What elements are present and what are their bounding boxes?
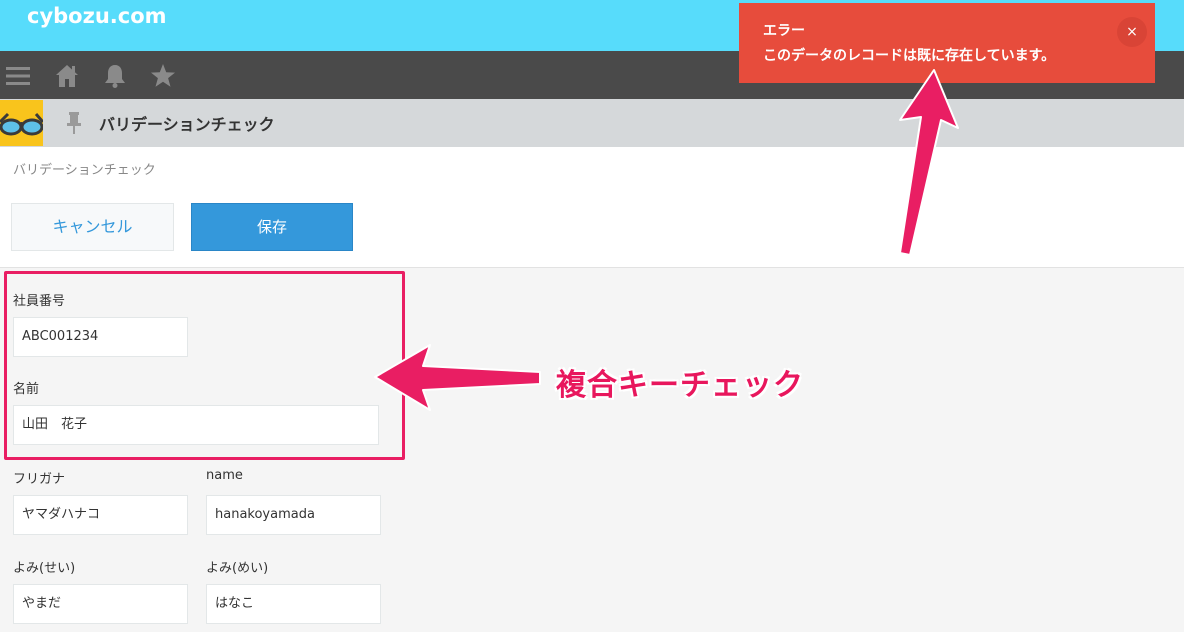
menu-icon[interactable] [5, 63, 31, 89]
glasses-icon [0, 112, 45, 136]
bell-icon[interactable] [102, 63, 128, 89]
breadcrumb[interactable]: バリデーションチェック [13, 159, 156, 178]
error-notification [739, 3, 1155, 83]
home-icon[interactable] [54, 63, 80, 89]
yomi-sei-input[interactable]: やまだ [13, 584, 188, 624]
yomi-sei-label: よみ(せい) [13, 561, 76, 576]
name-en-label: name [206, 468, 243, 483]
star-icon[interactable] [150, 63, 176, 89]
close-icon[interactable]: × [1117, 17, 1147, 47]
error-title: エラー [763, 23, 805, 39]
save-button[interactable]: 保存 [191, 203, 353, 251]
yomi-mei-label: よみ(めい) [206, 561, 269, 576]
furigana-label: フリガナ [13, 472, 66, 487]
furigana-input[interactable]: ヤマダハナコ [13, 495, 188, 535]
error-message: このデータのレコードは既に存在しています。 [763, 48, 1056, 64]
page: cybozu.com バリデーションチェック バリデーションチェック キャンセル… [0, 0, 1184, 632]
yomi-mei-input[interactable]: はなこ [206, 584, 381, 624]
cybozu-logo[interactable]: cybozu.com [27, 4, 167, 28]
name-en-input[interactable]: hanakoyamada [206, 495, 381, 535]
app-title: バリデーションチェック [99, 115, 275, 134]
cancel-button[interactable]: キャンセル [11, 203, 174, 251]
composite-key-highlight [4, 271, 405, 460]
pin-icon[interactable] [64, 111, 84, 135]
record-header [0, 147, 1184, 268]
composite-key-annotation: 複合キーチェック [556, 368, 804, 403]
app-icon[interactable] [0, 100, 45, 146]
